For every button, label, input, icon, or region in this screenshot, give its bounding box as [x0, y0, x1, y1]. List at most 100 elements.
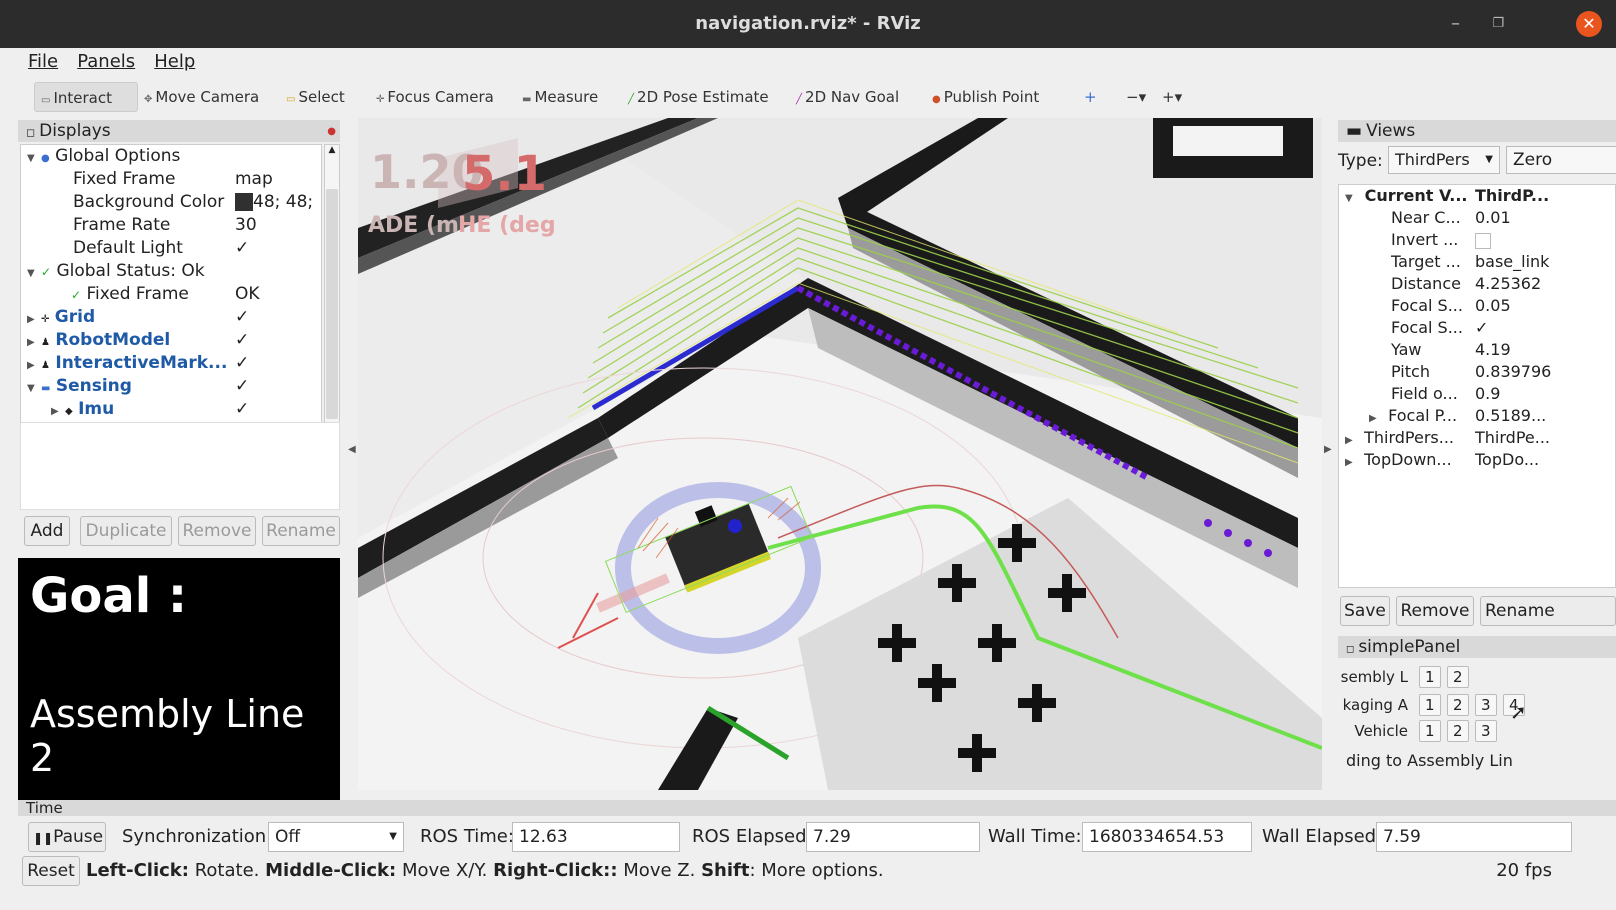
- save-view-button[interactable]: Save: [1340, 596, 1390, 626]
- view-type-select[interactable]: ThirdPers ▼: [1388, 146, 1500, 174]
- tree-row-fixed-frame-status[interactable]: ✓ Fixed Frame OK: [21, 283, 321, 306]
- close-icon[interactable]: ✕: [1576, 11, 1602, 37]
- remove-view-button[interactable]: Remove: [1396, 596, 1474, 626]
- view-row-near-clip[interactable]: Near C... 0.01: [1339, 207, 1615, 229]
- pause-button[interactable]: ❚❚Pause: [28, 822, 106, 852]
- tree-row-fixed-frame[interactable]: Fixed Frame map: [21, 168, 321, 191]
- focus-camera-tool[interactable]: ✛ Focus Camera: [370, 82, 500, 112]
- panel-close-icon[interactable]: ●: [327, 121, 336, 143]
- packaging-1-button[interactable]: 1: [1418, 694, 1441, 716]
- minimize-icon[interactable]: –: [1451, 0, 1460, 48]
- tree-row-global-options[interactable]: ▼ ● Global Options: [21, 145, 321, 168]
- view-row-focal-point[interactable]: ▶ Focal P... 0.5189...: [1339, 405, 1615, 427]
- tree-row-sensing[interactable]: ▼ ▬ Sensing ✓: [21, 375, 321, 398]
- row-checkbox[interactable]: ✓: [235, 306, 321, 329]
- displays-scrollbar[interactable]: ▲ ▼: [324, 144, 340, 444]
- packaging-2-button[interactable]: 2: [1446, 694, 1469, 716]
- row-value[interactable]: 30: [235, 214, 321, 237]
- row-value[interactable]: base_link: [1475, 251, 1616, 273]
- row-checkbox[interactable]: ✓: [235, 329, 321, 352]
- assembly-line-1-button[interactable]: 1: [1418, 666, 1441, 688]
- assembly-line-2-button[interactable]: 2: [1446, 666, 1469, 688]
- tree-row-interactive-markers[interactable]: ▶ ♟ InteractiveMark... ✓: [21, 352, 321, 375]
- view-row-invert[interactable]: Invert ...: [1339, 229, 1615, 251]
- tree-row-background-color[interactable]: Background Color 48; 48;: [21, 191, 321, 214]
- view-row-current[interactable]: ▼ Current V... ThirdP...: [1339, 185, 1615, 207]
- view-row-yaw[interactable]: Yaw 4.19: [1339, 339, 1615, 361]
- view-row-distance[interactable]: Distance 4.25362: [1339, 273, 1615, 295]
- move-camera-tool[interactable]: ✥ Move Camera: [138, 82, 265, 112]
- publish-point-tool[interactable]: ● Publish Point: [926, 82, 1045, 112]
- collapse-right-icon[interactable]: ▶: [1324, 444, 1332, 455]
- row-label: Focal S...: [1391, 296, 1463, 315]
- collapse-left-icon[interactable]: ◀: [348, 444, 356, 455]
- rename-display-button[interactable]: Rename: [262, 516, 340, 546]
- duplicate-display-button[interactable]: Duplicate: [80, 516, 172, 546]
- measure-label: Measure: [534, 88, 599, 106]
- row-value[interactable]: 0.9: [1475, 383, 1616, 405]
- zero-button[interactable]: Zero: [1506, 146, 1616, 174]
- view-row-pitch[interactable]: Pitch 0.839796: [1339, 361, 1615, 383]
- view-row-focal-shape[interactable]: Focal S... ✓: [1339, 317, 1615, 339]
- view-row-topdown[interactable]: ▶ TopDown... TopDo...: [1339, 449, 1615, 471]
- row-label: Focal S...: [1391, 318, 1463, 337]
- row-value[interactable]: 4.25362: [1475, 273, 1616, 295]
- interact-tool[interactable]: ▭ Interact: [34, 82, 138, 112]
- row-checkbox[interactable]: ✓: [235, 237, 321, 260]
- sync-select[interactable]: Off ▼: [268, 822, 404, 852]
- add-tool-icon[interactable]: +: [1078, 82, 1103, 112]
- remove-display-button[interactable]: Remove: [178, 516, 256, 546]
- wall-time-field[interactable]: 1680334654.53: [1082, 822, 1252, 852]
- add-display-button[interactable]: Add: [24, 516, 70, 546]
- row-value[interactable]: 0.05: [1475, 295, 1616, 317]
- ros-time-field[interactable]: 12.63: [512, 822, 680, 852]
- rename-view-button[interactable]: Rename: [1480, 596, 1616, 626]
- menu-panels[interactable]: Panels: [77, 48, 135, 76]
- 3d-viewport[interactable]: 1.20 5.1 ADE (m HE (deg: [358, 118, 1322, 790]
- color-text: 48; 48;: [253, 192, 314, 212]
- vehicle-2-button[interactable]: 2: [1446, 720, 1469, 742]
- ros-elapsed-field[interactable]: 7.29: [806, 822, 980, 852]
- row-checkbox[interactable]: [1475, 229, 1616, 251]
- maximize-icon[interactable]: ❐: [1492, 0, 1504, 48]
- menu-help[interactable]: Help: [154, 48, 195, 76]
- scroll-up-icon[interactable]: ▲: [325, 145, 339, 159]
- tree-row-grid[interactable]: ▶ ✛ Grid ✓: [21, 306, 321, 329]
- row-value[interactable]: 4.19: [1475, 339, 1616, 361]
- row-checkbox[interactable]: ✓: [235, 375, 321, 398]
- tree-row-frame-rate[interactable]: Frame Rate 30: [21, 214, 321, 237]
- tool-options-icon[interactable]: +▾: [1156, 82, 1188, 112]
- row-checkbox[interactable]: ✓: [235, 398, 321, 421]
- vehicle-3-button[interactable]: 3: [1474, 720, 1497, 742]
- view-row-target[interactable]: Target ... base_link: [1339, 251, 1615, 273]
- packaging-3-button[interactable]: 3: [1474, 694, 1497, 716]
- view-row-fov[interactable]: Field o... 0.9: [1339, 383, 1615, 405]
- pause-label: Pause: [53, 827, 104, 847]
- tree-row-global-status[interactable]: ▼ ✓ Global Status: Ok: [21, 260, 321, 283]
- view-row-thirdperson[interactable]: ▶ ThirdPers... ThirdPe...: [1339, 427, 1615, 449]
- row-checkbox[interactable]: ✓: [1475, 317, 1616, 339]
- tree-row-robot-model[interactable]: ▶ ♟ RobotModel ✓: [21, 329, 321, 352]
- vehicle-1-button[interactable]: 1: [1418, 720, 1441, 742]
- row-value[interactable]: 0.5189...: [1475, 405, 1616, 427]
- row-value[interactable]: 0.01: [1475, 207, 1616, 229]
- row-value[interactable]: map: [235, 168, 321, 191]
- pose-estimate-tool[interactable]: ╱ 2D Pose Estimate: [622, 82, 775, 112]
- nav-goal-tool[interactable]: ╱ 2D Nav Goal: [790, 82, 905, 112]
- menu-file[interactable]: File: [28, 48, 58, 76]
- measure-tool[interactable]: ▬ Measure: [516, 82, 604, 112]
- view-row-focal-size[interactable]: Focal S... 0.05: [1339, 295, 1615, 317]
- reset-button[interactable]: Reset: [22, 856, 80, 886]
- row-value[interactable]: 0.839796: [1475, 361, 1616, 383]
- interact-icon: ▭: [41, 95, 51, 106]
- row-checkbox[interactable]: ✓: [235, 352, 321, 375]
- remove-tool-icon[interactable]: −▾: [1120, 82, 1152, 112]
- wall-elapsed-field[interactable]: 7.59: [1376, 822, 1572, 852]
- scroll-thumb[interactable]: [326, 189, 338, 419]
- select-tool[interactable]: ▭ Select: [280, 82, 351, 112]
- row-value[interactable]: 48; 48;: [235, 191, 321, 214]
- displays-title: Displays: [39, 121, 111, 141]
- tree-row-default-light[interactable]: Default Light ✓: [21, 237, 321, 260]
- tree-row-imu[interactable]: ▶ ◆ Imu ✓: [21, 398, 321, 421]
- row-label: Imu: [78, 399, 115, 419]
